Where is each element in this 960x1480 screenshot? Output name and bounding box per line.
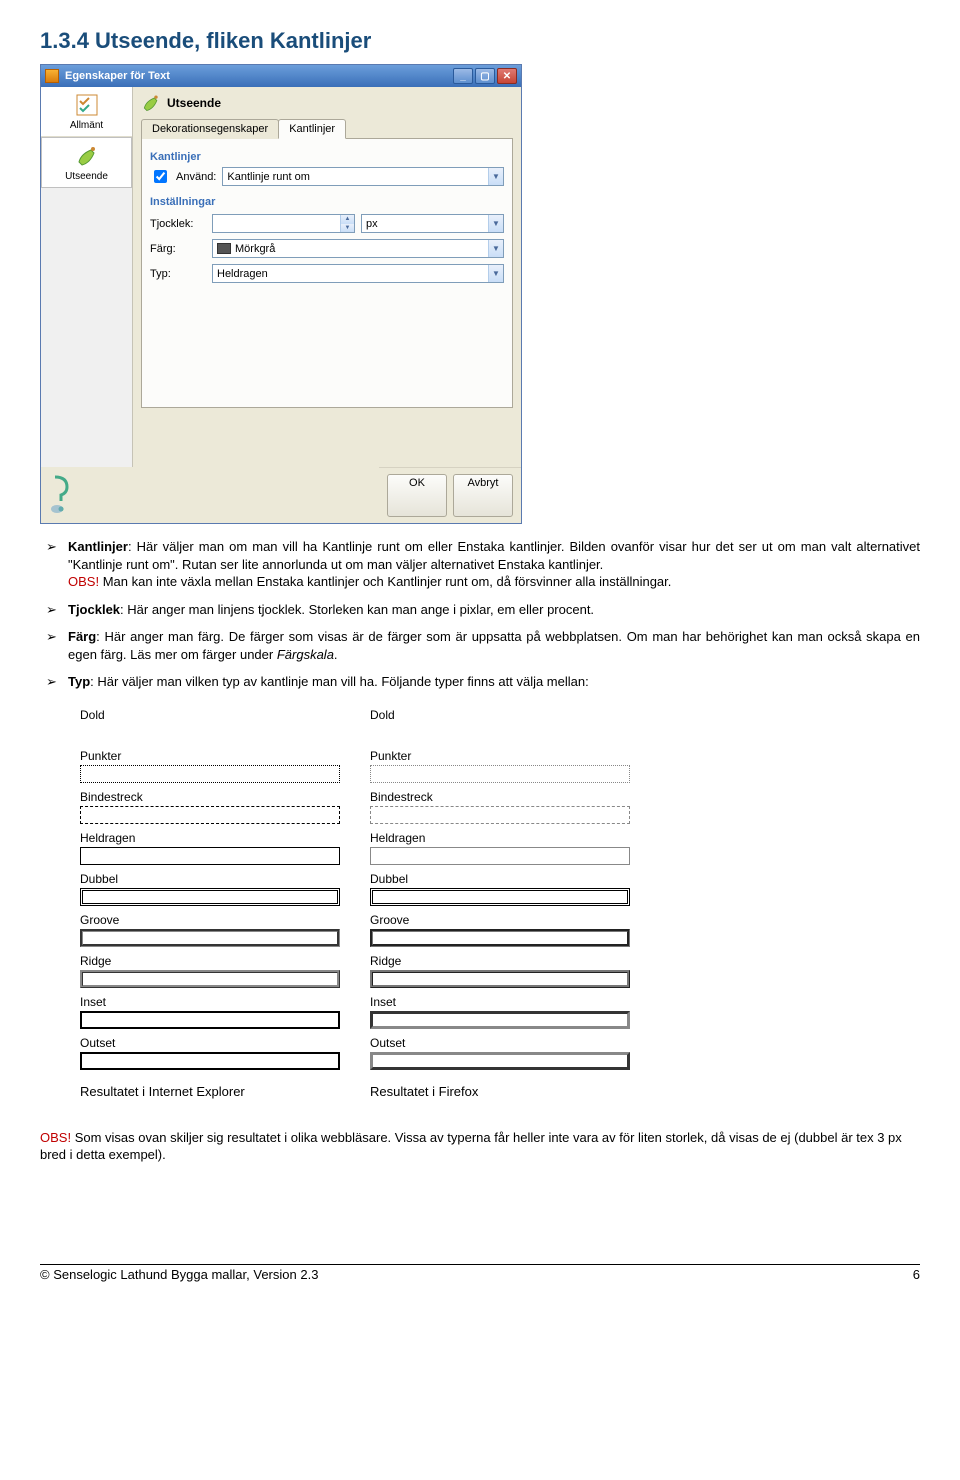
use-checkbox[interactable] xyxy=(154,170,167,183)
typ-dropdown[interactable]: Heldragen ▼ xyxy=(212,264,504,283)
demo-label: Dold xyxy=(370,708,630,722)
chevron-down-icon: ▼ xyxy=(488,240,503,257)
demo-label: Dubbel xyxy=(370,872,630,886)
page-footer: © Senselogic Lathund Bygga mallar, Versi… xyxy=(40,1264,920,1282)
typ-label: Typ: xyxy=(150,268,206,280)
farg-label: Färg: xyxy=(150,243,206,255)
footer-copyright: © Senselogic Lathund Bygga mallar, Versi… xyxy=(40,1267,318,1282)
demo-box-heldragen xyxy=(370,847,630,865)
demo-label: Groove xyxy=(80,913,340,927)
demo-box-groove xyxy=(80,929,340,947)
sidebar-item-utseende[interactable]: Utseende xyxy=(41,137,132,188)
demo-box-ridge xyxy=(370,970,630,988)
tabs: Dekorationsegenskaper Kantlinjer xyxy=(141,119,513,139)
page-number: 6 xyxy=(913,1267,920,1282)
spinner-up-icon[interactable]: ▲ xyxy=(341,215,354,224)
border-demo-ie: Dold Punkter Bindestreck Heldragen Dubbe… xyxy=(80,701,340,1099)
demo-label: Outset xyxy=(80,1036,340,1050)
maximize-button[interactable]: ▢ xyxy=(475,68,495,84)
demo-box-ridge xyxy=(80,970,340,988)
tab-panel-kantlinjer: Kantlinjer Använd: Kantlinje runt om ▼ I… xyxy=(141,138,513,408)
sidebar-item-allmant[interactable]: Allmänt xyxy=(41,87,132,137)
description-list: Kantlinjer: Här väljer man om man vill h… xyxy=(46,538,920,691)
demo-label: Punkter xyxy=(370,749,630,763)
title-bar: Egenskaper för Text _ ▢ ✕ xyxy=(41,65,521,87)
app-icon xyxy=(45,69,59,83)
demo-label: Heldragen xyxy=(370,831,630,845)
demo-box-heldragen xyxy=(80,847,340,865)
tjocklek-unit-dropdown[interactable]: px ▼ xyxy=(361,214,504,233)
bullet-typ: Typ: Här väljer man vilken typ av kantli… xyxy=(46,673,920,691)
demo-box-inset xyxy=(370,1011,630,1029)
demo-label: Dubbel xyxy=(80,872,340,886)
kantlinjer-section-label: Kantlinjer xyxy=(150,151,504,163)
section-heading: 1.3.4 Utseende, fliken Kantlinjer xyxy=(40,28,920,54)
demo-label: Inset xyxy=(80,995,340,1009)
chevron-down-icon: ▼ xyxy=(488,168,503,185)
demo-box-bindestreck xyxy=(370,806,630,824)
brush-icon xyxy=(75,144,99,168)
checklist-icon xyxy=(75,93,99,117)
tjocklek-label: Tjocklek: xyxy=(150,218,206,230)
demo-label: Punkter xyxy=(80,749,340,763)
demo-label: Groove xyxy=(370,913,630,927)
tab-kantlinjer[interactable]: Kantlinjer xyxy=(278,119,346,139)
sidebar-item-label: Utseende xyxy=(65,171,108,182)
brush-icon xyxy=(141,93,161,113)
content-header: Utseende xyxy=(141,93,513,113)
demo-box-outset xyxy=(370,1052,630,1070)
demo-label: Inset xyxy=(370,995,630,1009)
minimize-button[interactable]: _ xyxy=(453,68,473,84)
demo-box-punkter xyxy=(80,765,340,783)
demo-label: Heldragen xyxy=(80,831,340,845)
demo-label: Dold xyxy=(80,708,340,722)
demo-box-dubbel xyxy=(370,888,630,906)
ok-button[interactable]: OK xyxy=(387,474,447,517)
installningar-section-label: Inställningar xyxy=(150,196,504,208)
use-label: Använd: xyxy=(176,171,216,183)
close-button[interactable]: ✕ xyxy=(497,68,517,84)
chevron-down-icon: ▼ xyxy=(488,215,503,232)
caption-ie: Resultatet i Internet Explorer xyxy=(80,1084,340,1099)
spinner-down-icon[interactable]: ▼ xyxy=(341,224,354,233)
demo-box-dold xyxy=(370,724,630,742)
sidebar-item-label: Allmänt xyxy=(70,120,103,131)
obs-footer-note: OBS! Som visas ovan skiljer sig resultat… xyxy=(40,1129,920,1164)
demo-label: Bindestreck xyxy=(370,790,630,804)
window-title: Egenskaper för Text xyxy=(65,70,170,82)
demo-box-punkter xyxy=(370,765,630,783)
caption-firefox: Resultatet i Firefox xyxy=(370,1084,630,1099)
demo-label: Ridge xyxy=(80,954,340,968)
demo-label: Bindestreck xyxy=(80,790,340,804)
demo-box-dubbel xyxy=(80,888,340,906)
demo-box-bindestreck xyxy=(80,806,340,824)
demo-box-dold xyxy=(80,724,340,742)
cancel-button[interactable]: Avbryt xyxy=(453,474,513,517)
tjocklek-input[interactable]: 1 ▲ ▼ xyxy=(212,214,355,233)
demo-box-outset xyxy=(80,1052,340,1070)
demo-label: Ridge xyxy=(370,954,630,968)
border-demo-firefox: Dold Punkter Bindestreck Heldragen Dubbe… xyxy=(370,701,630,1099)
dialog-window: Egenskaper för Text _ ▢ ✕ Allmänt Utseen… xyxy=(40,64,522,524)
help-icon[interactable] xyxy=(49,475,73,515)
tab-dekorationsegenskaper[interactable]: Dekorationsegenskaper xyxy=(141,119,279,139)
color-swatch-icon xyxy=(217,243,231,254)
sidebar: Allmänt Utseende xyxy=(41,87,133,467)
bullet-farg: Färg: Här anger man färg. De färger som … xyxy=(46,628,920,663)
demo-box-inset xyxy=(80,1011,340,1029)
farg-dropdown[interactable]: Mörkgrå ▼ xyxy=(212,239,504,258)
chevron-down-icon: ▼ xyxy=(488,265,503,282)
bullet-tjocklek: Tjocklek: Här anger man linjens tjocklek… xyxy=(46,601,920,619)
demo-box-groove xyxy=(370,929,630,947)
kantlinje-type-dropdown[interactable]: Kantlinje runt om ▼ xyxy=(222,167,504,186)
bullet-kantlinjer: Kantlinjer: Här väljer man om man vill h… xyxy=(46,538,920,591)
demo-label: Outset xyxy=(370,1036,630,1050)
